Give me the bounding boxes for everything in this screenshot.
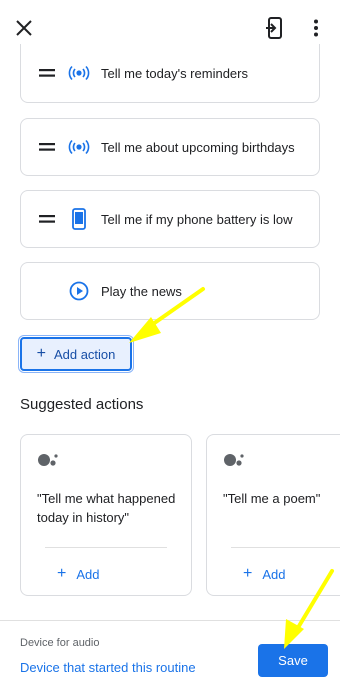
device-for-audio-selector[interactable]: Device that started this routine [20, 660, 196, 675]
add-to-home-screen-icon [266, 17, 282, 39]
assistant-broadcast-icon [65, 65, 93, 81]
plus-icon: + [57, 565, 67, 582]
suggested-actions-title: Suggested actions [20, 396, 144, 413]
device-for-audio-label: Device for audio [20, 637, 100, 649]
close-icon [16, 20, 32, 36]
google-assistant-icon [37, 451, 61, 476]
plus-icon: + [36, 345, 46, 362]
close-button[interactable] [8, 12, 40, 44]
google-assistant-icon [223, 451, 247, 476]
action-item-birthdays[interactable]: Tell me about upcoming birthdays [20, 118, 320, 176]
action-label: Tell me about upcoming birthdays [101, 139, 295, 155]
action-label: Tell me if my phone battery is low [101, 211, 293, 227]
drag-handle-icon[interactable] [29, 215, 65, 223]
assistant-broadcast-icon [65, 139, 93, 155]
drag-handle-icon[interactable] [29, 143, 65, 151]
add-label: Add [262, 566, 286, 582]
more-options-button[interactable] [300, 12, 332, 44]
suggested-text: "Tell me what happened today in history" [37, 491, 176, 525]
action-item-news[interactable]: Play the news [20, 262, 320, 320]
add-to-home-screen-button[interactable] [258, 12, 290, 44]
action-label: Tell me today's reminders [101, 65, 248, 81]
drag-handle-icon[interactable] [29, 69, 65, 77]
suggested-card-history[interactable]: "Tell me what happened today in history"… [20, 434, 192, 596]
more-vert-icon [314, 19, 318, 37]
divider [45, 547, 167, 548]
save-button[interactable]: Save [258, 644, 328, 677]
add-label: Add [76, 566, 100, 582]
play-circle-icon [65, 281, 93, 301]
plus-icon: + [243, 565, 253, 582]
add-action-label: Add action [53, 346, 116, 362]
suggested-text: "Tell me a poem" [223, 491, 321, 506]
action-label: Play the news [101, 283, 182, 299]
add-action-button[interactable]: + Add action [18, 335, 134, 373]
bottom-bar: Device for audio Device that started thi… [0, 620, 340, 700]
phone-icon [65, 208, 93, 230]
divider [231, 547, 340, 548]
add-suggested-button[interactable]: + Add [243, 565, 285, 583]
action-item-reminders[interactable]: Tell me today's reminders [20, 44, 320, 103]
suggested-card-poem[interactable]: "Tell me a poem" + Add [206, 434, 340, 596]
action-item-battery[interactable]: Tell me if my phone battery is low [20, 190, 320, 248]
add-suggested-button[interactable]: + Add [57, 565, 99, 583]
